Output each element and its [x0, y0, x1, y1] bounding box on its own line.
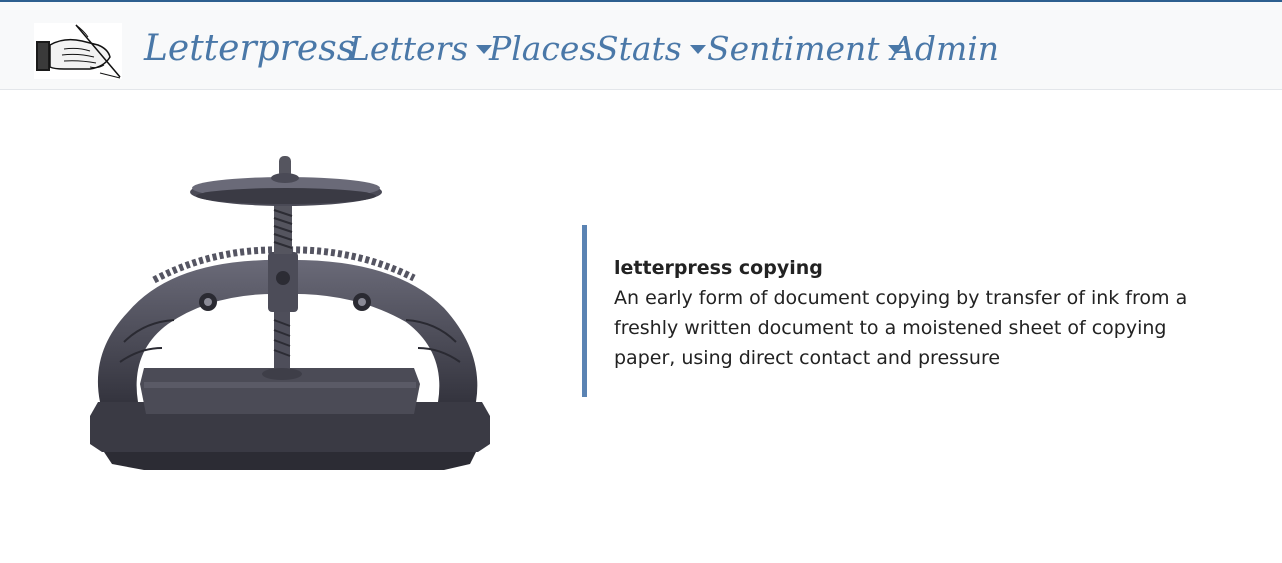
nav-admin-link[interactable]: Admin — [891, 26, 999, 72]
copying-press-image — [84, 152, 496, 480]
hand-writing-logo-icon[interactable] — [34, 23, 122, 79]
nav-admin-label: Admin — [891, 29, 1000, 68]
nav-places-link[interactable]: Places — [489, 26, 596, 72]
definition-term: letterpress copying — [614, 257, 823, 279]
definition-quote: letterpress copying An early form of doc… — [582, 225, 1222, 397]
brand-link[interactable]: Letterpress — [144, 26, 355, 72]
nav-stats-label: Stats — [596, 29, 682, 68]
definition-body: An early form of document copying by tra… — [614, 287, 1188, 369]
nav-sentiment-label: Sentiment — [707, 29, 880, 68]
nav-letters-label: Letters — [348, 29, 469, 68]
caret-down-icon — [689, 44, 706, 54]
navbar: Letterpress Letters Places Stats Sentime… — [0, 0, 1282, 90]
nav-stats-dropdown[interactable]: Stats — [596, 26, 706, 72]
nav-places-label: Places — [489, 29, 597, 68]
nav-sentiment-dropdown[interactable]: Sentiment — [707, 26, 904, 72]
nav-letters-dropdown[interactable]: Letters — [348, 26, 493, 72]
